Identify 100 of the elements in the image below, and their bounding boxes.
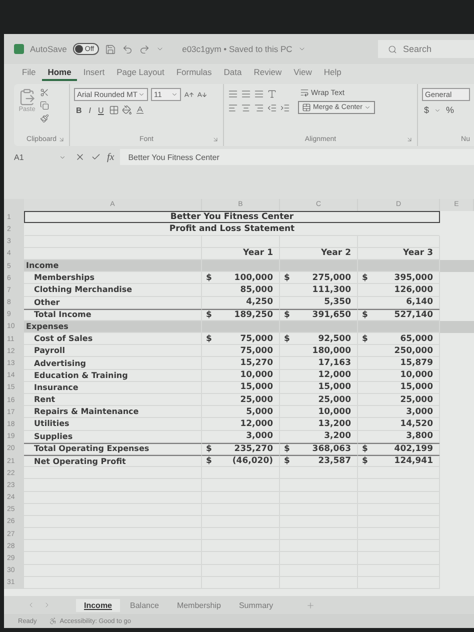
label-cell: Advertising <box>24 357 202 370</box>
caret-icon <box>59 154 66 160</box>
label-cell: Repairs & Maintenance <box>24 406 202 418</box>
wrap-text-icon <box>300 88 309 97</box>
table-cell: 250,000 <box>358 345 440 358</box>
menu-tab[interactable]: Page Layout <box>110 66 170 80</box>
file-name[interactable]: e03c1gym • Saved to this PC <box>182 44 292 54</box>
caret-icon[interactable] <box>298 45 306 53</box>
sheet-tab[interactable]: Membership <box>168 598 229 612</box>
chevron-left-icon <box>27 601 35 609</box>
menu-tab[interactable]: Home <box>42 66 78 80</box>
table-cell: $ 100,000 <box>202 272 280 284</box>
cancel-icon[interactable] <box>75 152 85 162</box>
caret-icon <box>138 91 145 98</box>
title-cell: Better You Fitness Center <box>24 211 440 224</box>
table-cell: $ 275,000 <box>280 272 358 284</box>
table-cell: 3,800 <box>358 430 440 443</box>
middle-align-icon[interactable] <box>241 89 251 99</box>
copy-icon[interactable] <box>40 101 49 110</box>
cut-icon[interactable] <box>40 88 49 97</box>
table-cell: 75,000 <box>202 345 280 358</box>
top-align-icon[interactable] <box>228 89 238 99</box>
format-button[interactable]: B <box>74 106 84 114</box>
table-cell: 6,140 <box>358 296 440 309</box>
undo-icon[interactable] <box>122 44 134 54</box>
table-cell: $ 75,000 <box>202 333 280 346</box>
search-icon <box>388 44 397 54</box>
table-cell: 25,000 <box>358 394 440 406</box>
table-cell: $ 124,941 <box>358 454 440 468</box>
paste-icon <box>18 88 36 106</box>
launcher-icon[interactable] <box>212 136 219 142</box>
table-cell: $ 391,650 <box>280 308 358 321</box>
table-cell: 180,000 <box>280 345 358 358</box>
label-cell: Clothing Merchandise <box>24 284 202 296</box>
customize-caret-icon[interactable] <box>156 45 164 53</box>
launcher-icon[interactable] <box>406 136 413 142</box>
indent-increase-icon[interactable] <box>280 103 290 113</box>
align-right-icon[interactable] <box>254 103 264 113</box>
table-cell: 25,000 <box>280 394 358 406</box>
insert-function-button[interactable]: fx <box>107 152 114 162</box>
orientation-icon[interactable] <box>267 89 277 99</box>
search-field[interactable]: Search <box>378 40 474 58</box>
table-cell: 4,250 <box>202 296 280 309</box>
table-cell: 15,000 <box>358 382 440 394</box>
indent-decrease-icon[interactable] <box>267 103 277 113</box>
enter-icon[interactable] <box>91 152 101 162</box>
align-center-icon[interactable] <box>241 103 251 113</box>
save-icon[interactable] <box>105 44 116 54</box>
menu-tab[interactable]: File <box>16 66 42 80</box>
menu-tab[interactable]: Help <box>318 66 348 80</box>
label-cell: Memberships <box>24 272 202 284</box>
table-cell: $ 368,063 <box>280 442 358 455</box>
table-cell: 5,350 <box>280 296 358 309</box>
format-painter-icon[interactable] <box>40 114 49 123</box>
shrink-font-icon[interactable] <box>197 90 207 100</box>
table-cell: 12,000 <box>202 418 280 431</box>
grow-font-icon[interactable] <box>184 90 194 100</box>
autosave-label: AutoSave <box>30 44 67 54</box>
caret-icon[interactable] <box>434 106 442 114</box>
menu-tab[interactable]: Insert <box>77 66 111 80</box>
label-cell: Rent <box>24 394 202 406</box>
sheet-tab[interactable]: Income <box>76 598 120 612</box>
fill-color-icon[interactable] <box>122 105 132 115</box>
label-cell: Insurance <box>24 382 202 394</box>
format-button[interactable]: U <box>96 106 106 114</box>
plus-icon <box>306 600 316 610</box>
menu-tab[interactable]: Formulas <box>170 66 218 80</box>
percent-button[interactable]: % <box>444 105 456 115</box>
name-box[interactable]: A1 <box>14 152 69 162</box>
merge-icon <box>302 103 311 112</box>
format-button[interactable]: I <box>86 106 94 114</box>
launcher-icon[interactable] <box>58 136 65 142</box>
table-cell: 3,000 <box>358 406 440 418</box>
menu-tab[interactable]: Data <box>218 66 248 80</box>
table-cell: 3,200 <box>280 430 358 443</box>
menu-tab[interactable]: Review <box>248 66 288 80</box>
label-cell: Total Operating Expenses <box>24 442 202 455</box>
app-logo-icon <box>14 44 24 54</box>
table-cell: 15,879 <box>358 357 440 370</box>
table-cell: 10,000 <box>358 370 440 382</box>
table-cell: 3,000 <box>202 430 280 443</box>
table-cell: 15,000 <box>280 382 358 394</box>
label-cell: Net Operating Profit <box>24 454 202 468</box>
redo-icon[interactable] <box>139 44 150 54</box>
menu-tab[interactable]: View <box>288 66 318 80</box>
section-cell: Income <box>24 260 202 272</box>
bottom-align-icon[interactable] <box>254 89 264 99</box>
sheet-tab[interactable]: Balance <box>122 598 167 612</box>
table-cell: $ 395,000 <box>358 272 440 284</box>
sheet-tab[interactable]: Summary <box>230 598 282 612</box>
borders-icon[interactable] <box>108 105 119 115</box>
table-cell: 5,000 <box>202 406 280 418</box>
align-left-icon[interactable] <box>228 103 238 113</box>
table-cell: $ 65,000 <box>358 333 440 346</box>
table-cell: $ 92,500 <box>280 333 358 346</box>
table-cell: 15,000 <box>202 382 280 394</box>
title-cell: Profit and Loss Statement <box>24 223 440 236</box>
font-color-icon[interactable] <box>134 105 145 115</box>
formula-field[interactable]: Better You Fitness Center <box>120 149 474 165</box>
currency-button[interactable]: $ <box>422 105 432 115</box>
